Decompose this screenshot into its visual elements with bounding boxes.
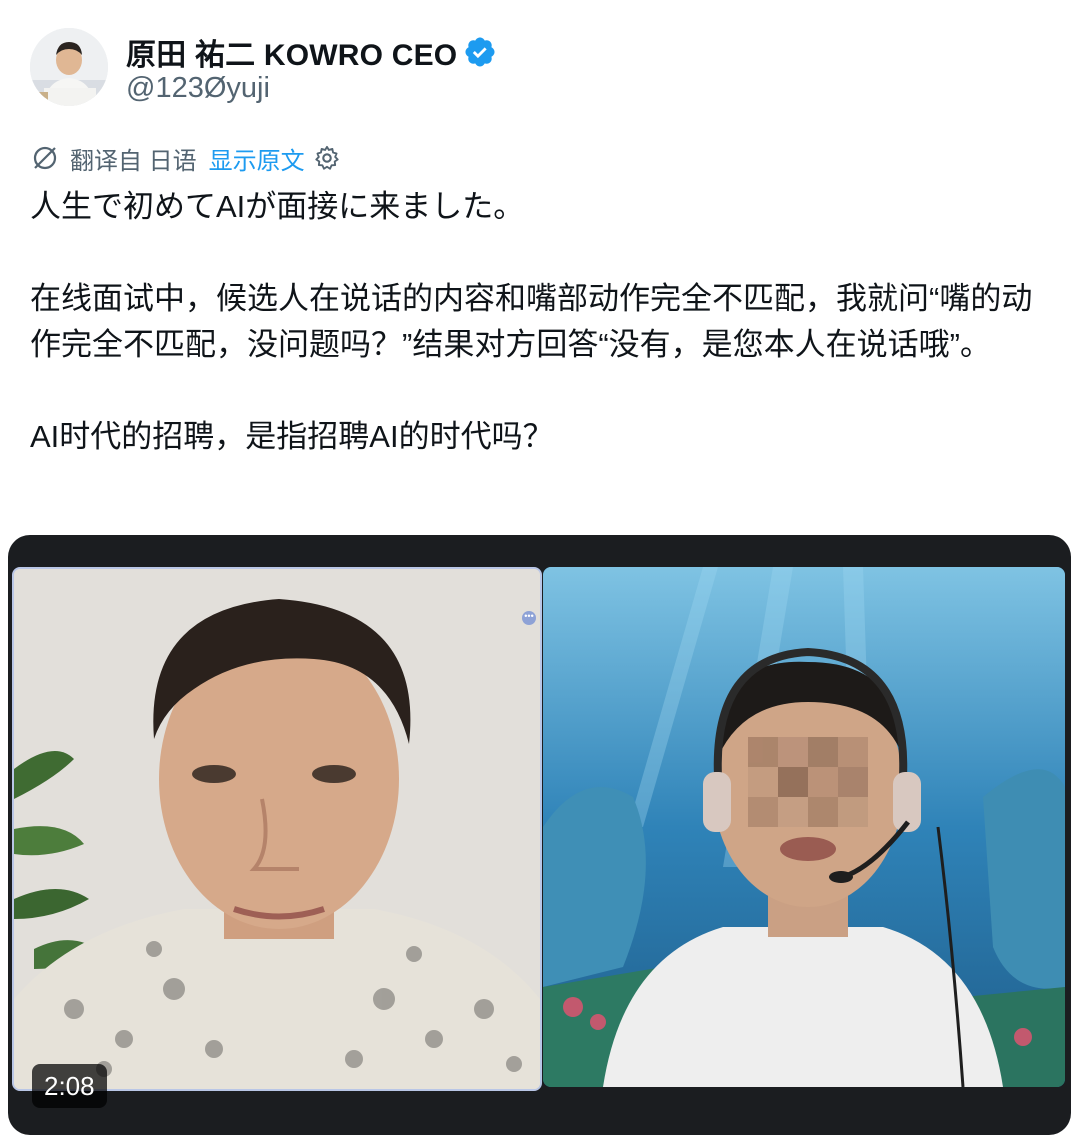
post-line-1: 人生で初めてAIが面接に来ました。 (30, 189, 525, 224)
more-icon[interactable]: ••• (522, 611, 536, 625)
post-header: 原田 祐二 KOWRO CEO @123Øyuji (30, 28, 1050, 108)
post-line-3: AI时代的招聘，是指招聘AI的时代吗？ (30, 419, 554, 454)
name-row: 原田 祐二 KOWRO CEO (126, 30, 497, 74)
candidate-frame (543, 567, 1065, 1087)
display-name[interactable]: 原田 祐二 KOWRO CEO (126, 30, 457, 74)
show-original-link[interactable]: 显示原文 (209, 141, 305, 176)
translation-source: 翻译自 日语 (70, 147, 197, 175)
post-body: 人生で初めてAIが面接に来ました。 在线面试中，候选人在说话的内容和嘴部动作完全… (30, 184, 1060, 460)
post-line-2: 在线面试中，候选人在说话的内容和嘴部动作完全不匹配，我就问“嘴的动作完全不匹配，… (30, 281, 1033, 362)
verified-badge-icon (465, 37, 495, 67)
gear-icon[interactable] (313, 144, 341, 172)
author-handle[interactable]: @123Øyuji (126, 72, 270, 105)
video-pane-candidate (543, 567, 1065, 1087)
interviewer-frame (14, 569, 540, 1089)
avatar[interactable] (30, 28, 108, 106)
translation-bar: 翻译自 日语 显示原文 (30, 140, 341, 176)
video-player[interactable]: ••• 2:08 (8, 535, 1071, 1135)
translate-icon (33, 146, 57, 170)
video-pane-interviewer: ••• (12, 567, 542, 1091)
video-duration-badge: 2:08 (32, 1064, 107, 1108)
